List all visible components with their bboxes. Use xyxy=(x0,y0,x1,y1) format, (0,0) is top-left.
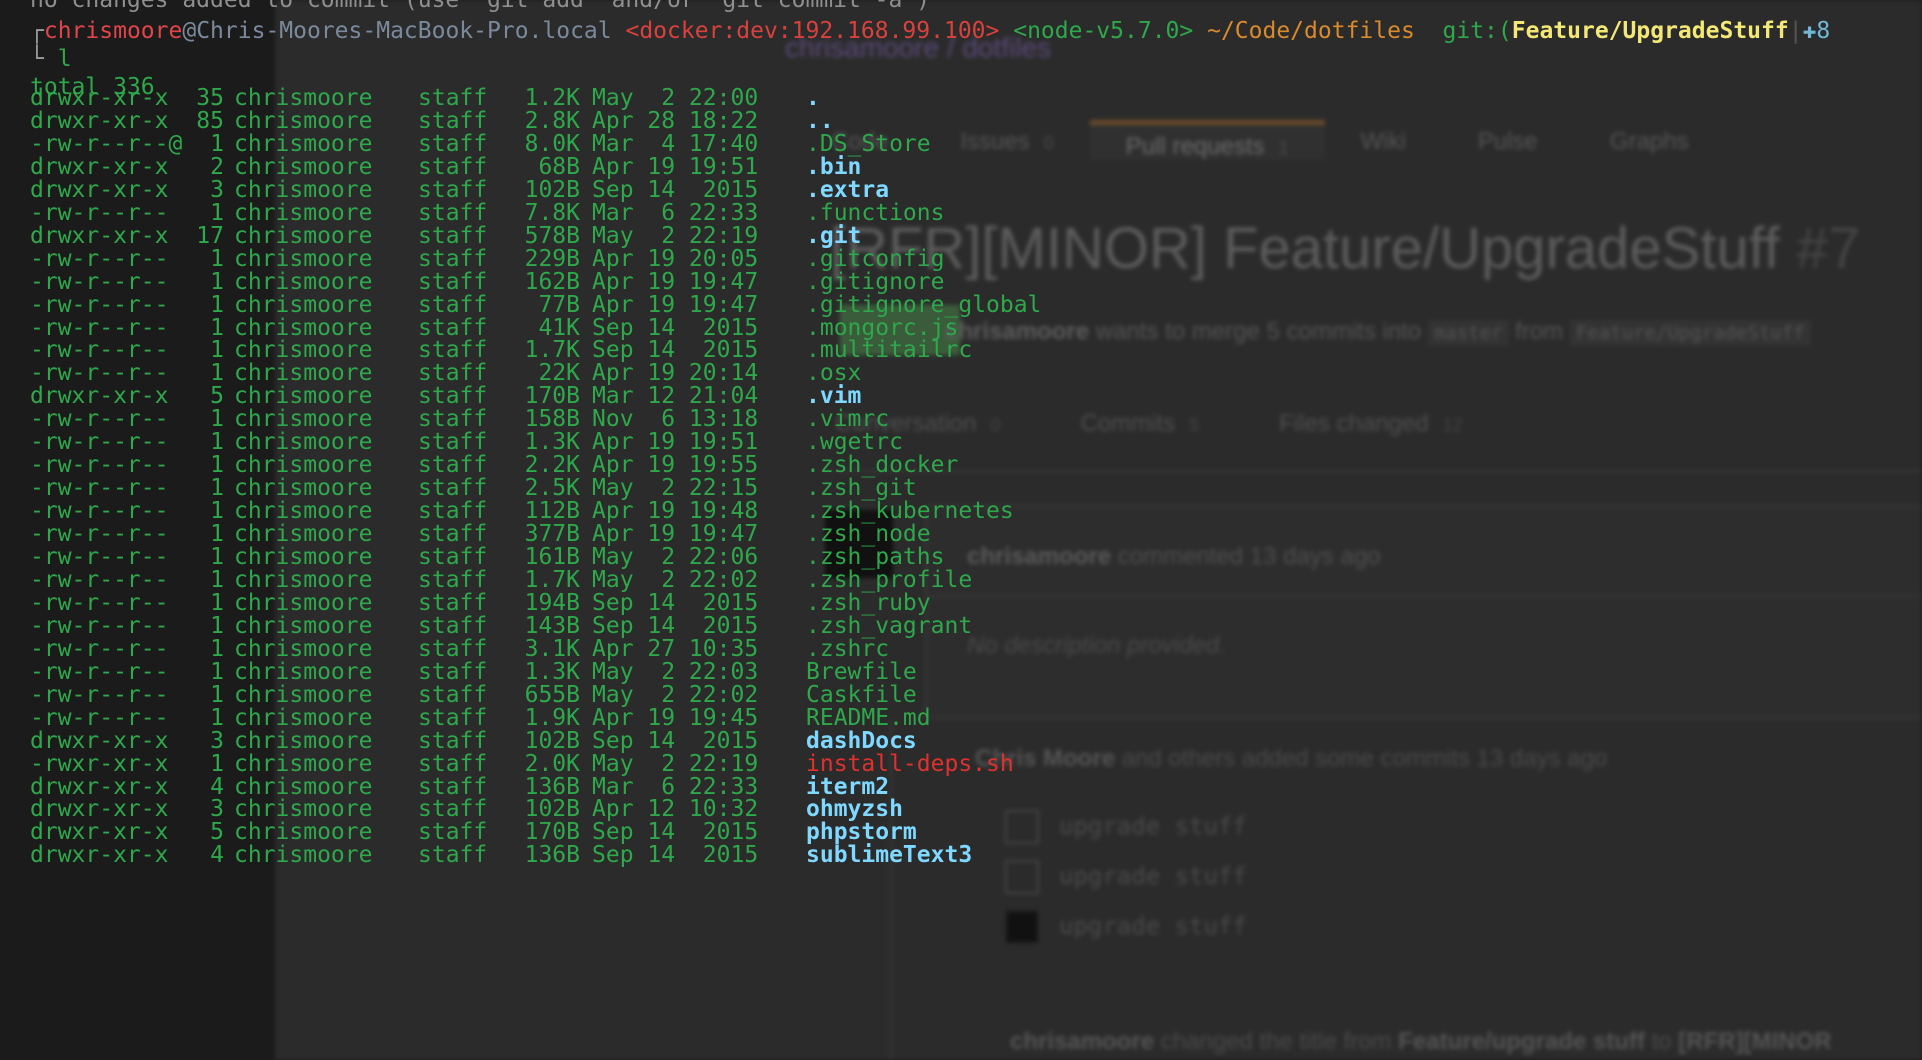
prompt-corner-icon: ┌ xyxy=(30,18,44,44)
terminal-window[interactable]: no changes added to commit (use "git add… xyxy=(0,0,1922,1060)
file-owner: chrismoore xyxy=(234,842,373,869)
prompt-node: <node-v5.7.0> xyxy=(1013,18,1194,44)
prompt-corner-icon: └ xyxy=(30,46,44,72)
file-modified-date: Sep 14 2015 xyxy=(592,842,759,869)
prompt-path: ~/Code/dotfiles xyxy=(1207,18,1415,44)
shell-prompt: ┌chrismoore@Chris-Moores-MacBook-Pro.loc… xyxy=(30,18,1831,44)
link-count: 4 xyxy=(210,842,224,869)
prompt-dirty-count: ✚8 xyxy=(1802,18,1831,44)
git-status-message: no changes added to commit (use "git add… xyxy=(30,0,931,13)
prompt-host: Chris-Moores-MacBook-Pro.local xyxy=(196,18,612,44)
file-permissions: drwxr-xr-x xyxy=(30,842,183,869)
list-item[interactable]: drwxr-xr-x 4 chrismoore staff 136B Sep 14 20… xyxy=(30,841,972,869)
command-line[interactable]: └ l xyxy=(30,45,72,73)
prompt-user: chrismoore xyxy=(43,18,183,44)
file-name: sublimeText3 xyxy=(806,842,973,869)
file-size: 136B xyxy=(524,842,580,869)
file-group: staff xyxy=(418,842,488,869)
prompt-docker: <docker:dev:192.168.99.100> xyxy=(625,18,1000,44)
command-text: l xyxy=(57,46,72,72)
prompt-branch: Feature/UpgradeStuff xyxy=(1511,18,1789,44)
